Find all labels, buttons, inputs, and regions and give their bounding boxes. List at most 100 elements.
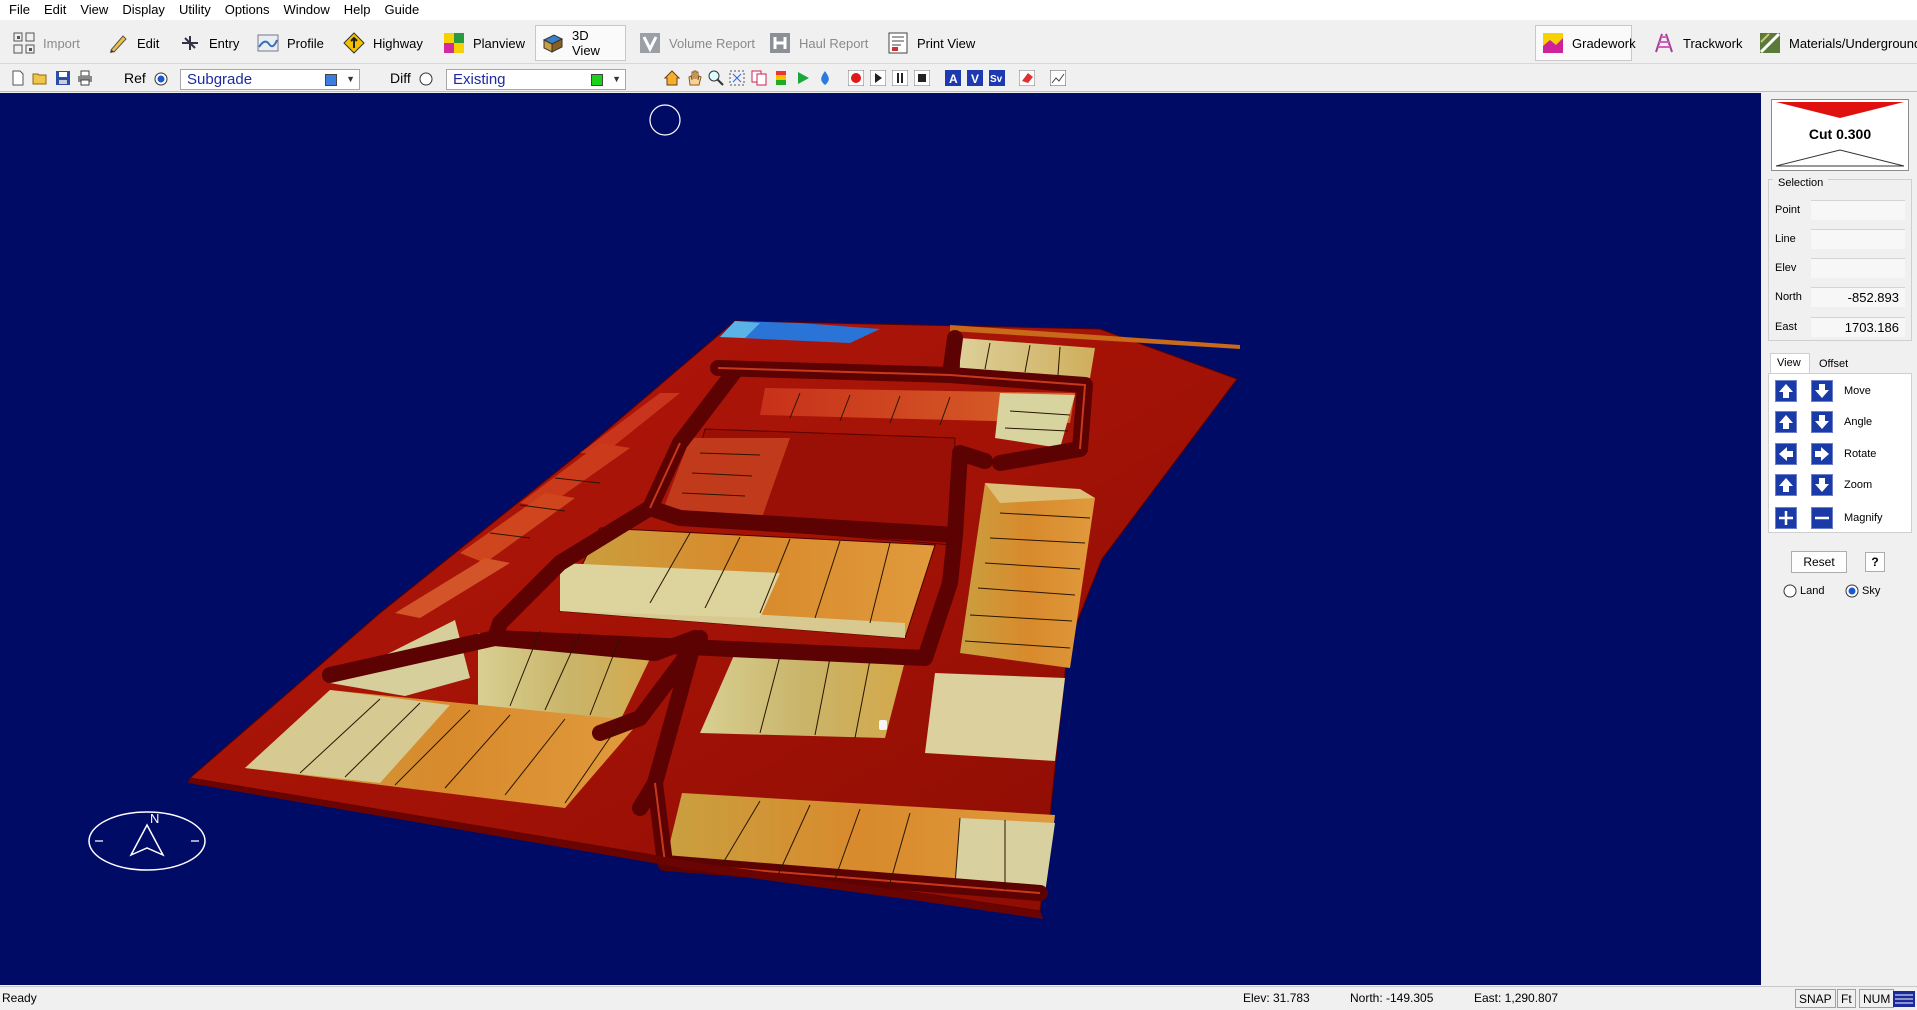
materials-label: Materials/Underground <box>1789 35 1917 51</box>
print-view-label: Print View <box>917 35 976 51</box>
menu-help[interactable]: Help <box>337 0 378 20</box>
print-icon[interactable] <box>77 70 93 86</box>
angle-up-button[interactable] <box>1775 411 1797 433</box>
ref-surface-select[interactable]: Subgrade ▼ <box>180 69 360 90</box>
haul-report-button[interactable]: Haul Report <box>762 25 875 61</box>
rotate-right-button[interactable] <box>1811 443 1833 465</box>
move-down-button[interactable] <box>1811 380 1833 402</box>
highway-label: Highway <box>373 35 423 51</box>
chevron-down-icon: ▼ <box>346 74 355 84</box>
menu-lines-icon[interactable] <box>1893 991 1915 1007</box>
zoom-window-icon[interactable] <box>708 70 724 86</box>
zoom-out-button[interactable] <box>1811 474 1833 496</box>
save-icon[interactable] <box>55 70 71 86</box>
zoom-label: Zoom <box>1844 479 1873 491</box>
home-icon[interactable] <box>664 70 680 86</box>
water-drop-icon[interactable] <box>817 70 833 86</box>
magnify-minus-button[interactable] <box>1811 507 1833 529</box>
record-icon[interactable] <box>848 70 864 86</box>
trackwork-button[interactable]: Trackwork <box>1646 25 1749 61</box>
angle-down-button[interactable] <box>1811 411 1833 433</box>
cut-fill-indicator: Cut 0.300 <box>1771 99 1909 171</box>
land-radio[interactable] <box>1783 584 1797 598</box>
3d-viewport[interactable]: N <box>0 93 1761 985</box>
export-image-icon[interactable] <box>1050 70 1066 86</box>
gradework-button[interactable]: Gradework <box>1535 25 1636 61</box>
sky-label: Sky <box>1862 585 1881 597</box>
surface-toolbar: Ref Subgrade ▼ Diff Existing ▼ A V Sv <box>0 66 1917 92</box>
reset-button[interactable]: Reset <box>1791 551 1847 573</box>
rotate-label: Rotate <box>1844 448 1877 460</box>
copy-view-icon[interactable] <box>751 70 767 86</box>
annotation-sv-icon[interactable]: Sv <box>989 70 1005 86</box>
3d-view-icon <box>542 32 564 54</box>
snap-indicator[interactable]: SNAP <box>1795 989 1836 1008</box>
menu-display[interactable]: Display <box>115 0 172 20</box>
annotation-v-icon[interactable]: V <box>967 70 983 86</box>
planview-button[interactable]: Planview <box>436 25 532 61</box>
edit-button[interactable]: Edit <box>100 25 166 61</box>
diff-radio[interactable] <box>419 72 433 86</box>
ref-radio[interactable] <box>154 72 168 86</box>
profile-button[interactable]: Profile <box>250 25 331 61</box>
play-surface-icon[interactable] <box>795 70 811 86</box>
3d-terrain-render: N <box>88 104 1240 919</box>
print-view-button[interactable]: Print View <box>880 25 982 61</box>
haul-report-label: Haul Report <box>799 35 869 51</box>
units-indicator[interactable]: Ft <box>1837 989 1856 1008</box>
3d-view-button[interactable]: 3D View <box>535 25 626 61</box>
import-button[interactable]: Import <box>6 25 87 61</box>
sky-radio[interactable] <box>1845 584 1859 598</box>
menu-utility[interactable]: Utility <box>172 0 218 20</box>
pause-icon[interactable] <box>892 70 908 86</box>
menu-guide[interactable]: Guide <box>378 0 427 20</box>
move-up-button[interactable] <box>1775 380 1797 402</box>
open-folder-icon[interactable] <box>32 70 48 86</box>
volume-report-label: Volume Report <box>669 35 755 51</box>
ref-label: Ref <box>124 70 146 86</box>
zoom-extents-icon[interactable] <box>729 70 745 86</box>
menu-window[interactable]: Window <box>277 0 337 20</box>
move-label: Move <box>1844 385 1871 397</box>
haul-report-icon <box>769 32 791 54</box>
import-label: Import <box>43 35 80 51</box>
eraser-icon[interactable] <box>1019 70 1035 86</box>
diff-surface-value: Existing <box>453 71 506 88</box>
menu-file[interactable]: File <box>2 0 37 20</box>
layer-color-icon[interactable] <box>773 70 789 86</box>
east-value: 1703.186 <box>1811 317 1905 337</box>
help-button[interactable]: ? <box>1865 552 1885 572</box>
pan-hand-icon[interactable] <box>686 70 702 86</box>
menu-options[interactable]: Options <box>218 0 277 20</box>
annotation-a-icon[interactable]: A <box>945 70 961 86</box>
point-label: Point <box>1775 204 1801 216</box>
elev-value <box>1811 258 1905 278</box>
gradework-label: Gradework <box>1572 35 1636 51</box>
magnify-plus-button[interactable] <box>1775 507 1797 529</box>
volume-report-button[interactable]: Volume Report <box>632 25 762 61</box>
svg-text:V: V <box>971 72 979 86</box>
diff-color-swatch <box>591 74 603 86</box>
materials-underground-button[interactable]: Materials/Underground <box>1752 25 1917 61</box>
materials-icon <box>1759 32 1781 54</box>
entry-button[interactable]: Entry <box>172 25 246 61</box>
highway-button[interactable]: Highway <box>336 25 430 61</box>
point-value <box>1811 200 1905 220</box>
tab-offset[interactable]: Offset <box>1813 355 1857 373</box>
svg-text:A: A <box>949 72 958 86</box>
play-icon[interactable] <box>870 70 886 86</box>
rotate-left-button[interactable] <box>1775 443 1797 465</box>
new-file-icon[interactable] <box>10 70 26 86</box>
diff-surface-select[interactable]: Existing ▼ <box>446 69 626 90</box>
status-elev: Elev: 31.783 <box>1243 991 1310 1005</box>
tab-view[interactable]: View <box>1770 353 1810 373</box>
zoom-in-button[interactable] <box>1775 474 1797 496</box>
line-label: Line <box>1775 233 1796 245</box>
stop-icon[interactable] <box>914 70 930 86</box>
menu-view[interactable]: View <box>73 0 115 20</box>
ref-surface-value: Subgrade <box>187 71 253 88</box>
compass-icon: N <box>88 811 206 871</box>
menu-edit[interactable]: Edit <box>37 0 73 20</box>
line-value <box>1811 229 1905 249</box>
svg-text:Sv: Sv <box>990 74 1003 85</box>
